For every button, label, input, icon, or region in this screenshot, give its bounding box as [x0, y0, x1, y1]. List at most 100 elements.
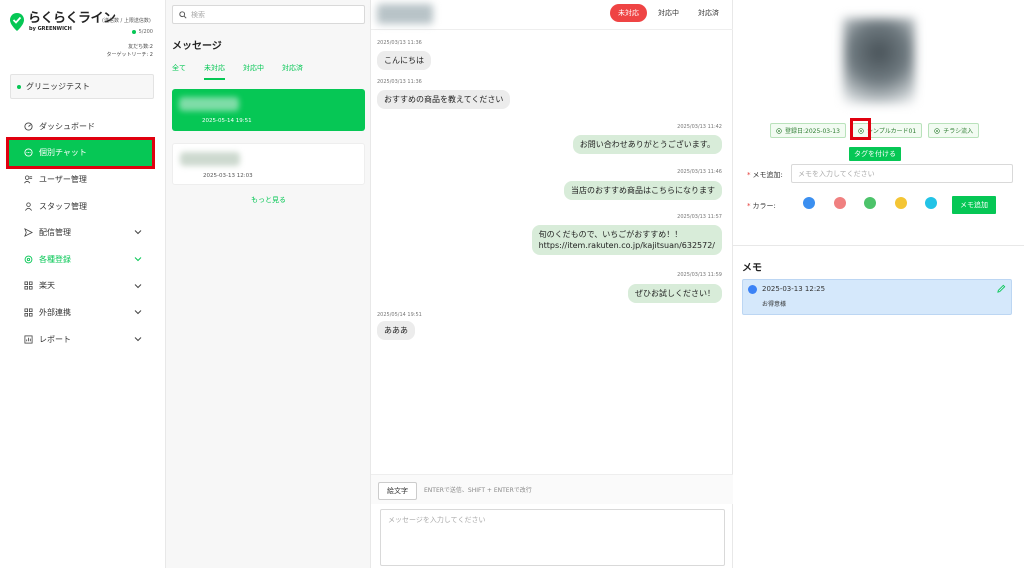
nav-dashboard[interactable]: ダッシュボード — [0, 113, 166, 140]
memo-color-dot — [748, 285, 757, 294]
message-timestamp: 2025/03/13 11:36 — [377, 79, 422, 85]
chat-panel: 未対応 対応中 対応済 2025/03/13 11:36 こんにちは 2025/… — [371, 0, 733, 568]
nav-user-management[interactable]: ユーザー管理 — [0, 166, 166, 193]
message-timestamp: 2025/03/13 11:57 — [677, 214, 722, 220]
nav-rakuten[interactable]: 楽天 — [0, 273, 166, 300]
edit-icon[interactable] — [997, 284, 1006, 293]
nav-report[interactable]: レポート — [0, 326, 166, 353]
message-bubble-incoming: おすすめの商品を教えてください — [377, 90, 511, 109]
send-count: 5/200 — [131, 29, 153, 35]
blurred-chat-user — [377, 4, 433, 24]
link-icon — [23, 307, 33, 317]
memo-section-title: メモ — [742, 263, 762, 274]
message-timestamp: 2025/03/13 11:42 — [677, 124, 722, 130]
chevron-down-icon — [134, 283, 142, 288]
conversation-item[interactable]: 2025-03-13 12:03 — [172, 143, 365, 185]
tag-icon — [776, 127, 782, 134]
conversation-item-selected[interactable]: 2025-05-14 19:51 — [172, 89, 365, 131]
emoji-button[interactable]: 絵文字 — [378, 482, 417, 500]
dashboard-icon — [23, 121, 33, 131]
color-label: * カラー: — [747, 202, 776, 210]
rakuten-icon — [23, 281, 33, 291]
memo-date: 2025-03-13 12:25 — [762, 285, 826, 293]
logo-pin-icon — [10, 13, 24, 31]
status-tabs: 未対応 対応中 対応済 — [610, 4, 727, 22]
message-bubble-outgoing: 当店のおすすめ商品はこちらになります — [564, 181, 722, 200]
users-icon — [23, 174, 33, 184]
color-swatch-yellow[interactable] — [895, 197, 907, 209]
conversation-list-panel: 検索 メッセージ 全て 未対応 対応中 対応済 2025-05-14 19:51… — [166, 0, 371, 568]
message-timestamp: 2025/03/13 11:46 — [677, 169, 722, 175]
status-dot-icon — [131, 30, 136, 34]
nav-delivery-management[interactable]: 配信管理 — [0, 219, 166, 246]
account-name: グリニッジテスト — [26, 82, 90, 91]
target-reach: ターゲットリーチ: 2 — [106, 52, 153, 58]
memo-add-label: * メモ追加: — [747, 171, 783, 179]
staff-icon — [23, 201, 33, 211]
memo-add-button[interactable]: メモ追加 — [952, 196, 996, 214]
add-tag-button[interactable]: タグを付ける — [849, 147, 901, 161]
nav-registrations[interactable]: 各種登録 — [0, 246, 166, 273]
message-timestamp: 2025/03/13 11:59 — [677, 272, 722, 278]
app-logo: らくらくライン by GREENWICH — [10, 12, 116, 32]
sidebar: らくらくライン by GREENWICH (送信数 / 上限送信数) 5/200… — [0, 0, 166, 568]
nav-individual-chat[interactable]: 個別チャット — [6, 136, 155, 170]
status-unresolved-button[interactable]: 未対応 — [610, 4, 647, 22]
filter-tabs: 全て 未対応 対応中 対応済 — [172, 63, 321, 80]
tab-resolved[interactable]: 対応済 — [282, 63, 303, 80]
send-count-value: 5/200 — [138, 29, 153, 35]
tab-unresolved[interactable]: 未対応 — [204, 63, 225, 80]
sidebar-nav: ダッシュボード 個別チャット ユーザー管理 スタッフ管理 配信管理 各種登録 楽… — [0, 113, 166, 352]
color-swatch-red[interactable] — [834, 197, 846, 209]
message-text: 旬のくだもので、いちごがおすすめ！！ — [538, 230, 683, 239]
status-resolved-button[interactable]: 対応済 — [690, 4, 727, 22]
message-link[interactable]: https://item.rakuten.co.jp/kajitsuan/632… — [539, 240, 715, 251]
nav-label: 各種登録 — [39, 254, 71, 264]
blurred-user-name — [180, 152, 240, 166]
nav-label: レポート — [39, 334, 71, 344]
message-timestamp: 2025/03/13 11:36 — [377, 40, 422, 46]
conversation-time: 2025-03-13 12:03 — [203, 173, 253, 179]
send-hint: ENTERで送信、SHIFT + ENTERで改行 — [424, 487, 532, 494]
nav-label: 楽天 — [39, 281, 55, 291]
nav-staff-management[interactable]: スタッフ管理 — [0, 193, 166, 220]
chevron-down-icon — [134, 230, 142, 235]
avatar — [843, 18, 915, 104]
tag-flyer-inflow[interactable]: チラシ流入 — [928, 123, 980, 138]
message-input[interactable]: メッセージを入力してください — [380, 509, 725, 566]
nav-external-integrations[interactable]: 外部連携 — [0, 299, 166, 326]
message-bubble-outgoing: お問い合わせありがとうございます。 — [572, 135, 722, 154]
message-bubble-incoming: こんにちは — [377, 51, 431, 70]
chat-header: 未対応 対応中 対応済 — [371, 0, 733, 30]
tag-simple-card[interactable]: シンプルカード01 — [851, 123, 923, 138]
tag-icon — [858, 127, 864, 134]
color-swatch-blue[interactable] — [803, 197, 815, 209]
memo-card: 2025-03-13 12:25 お得意様 — [742, 279, 1012, 315]
message-bubble-outgoing: 旬のくだもので、いちごがおすすめ！！ https://item.rakuten.… — [531, 225, 722, 255]
memo-body: お得意様 — [762, 301, 787, 308]
chevron-down-icon — [134, 336, 142, 341]
send-limit-note: (送信数 / 上限送信数) — [102, 18, 151, 24]
tag-icon — [934, 127, 940, 134]
nav-label: 外部連携 — [39, 307, 71, 317]
search-input[interactable]: 検索 — [172, 5, 365, 24]
tag-registration-date[interactable]: 登録日:2025-03-13 — [770, 123, 846, 138]
tab-all[interactable]: 全て — [172, 63, 186, 80]
divider — [733, 245, 1024, 246]
tab-in-progress[interactable]: 対応中 — [243, 63, 264, 80]
color-swatch-cyan[interactable] — [925, 197, 937, 209]
composer-toolbar: 絵文字 ENTERで送信、SHIFT + ENTERで改行 — [371, 474, 733, 504]
report-icon — [23, 334, 33, 344]
status-in-progress-button[interactable]: 対応中 — [650, 4, 687, 22]
memo-input[interactable]: メモを入力してください — [791, 164, 1013, 183]
tag-list: 登録日:2025-03-13 シンプルカード01 チラシ流入 — [770, 123, 980, 138]
message-timestamp: 2025/05/14 19:51 — [377, 312, 422, 318]
blurred-user-name — [179, 97, 239, 111]
color-swatch-green[interactable] — [864, 197, 876, 209]
load-more-link[interactable]: もっと見る — [166, 195, 371, 205]
account-selector[interactable]: グリニッジテスト — [10, 74, 154, 99]
tag-label: 登録日:2025-03-13 — [785, 128, 840, 135]
memo-placeholder: メモを入力してください — [798, 170, 875, 178]
chat-icon — [23, 148, 33, 158]
friends-count: 友だち数:2 — [128, 44, 153, 50]
